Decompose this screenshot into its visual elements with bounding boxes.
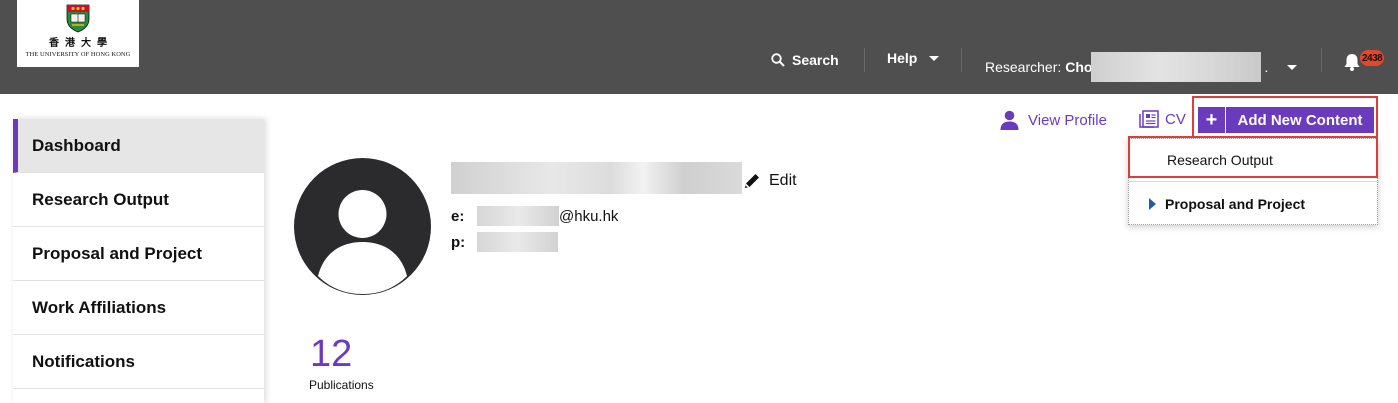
document-icon bbox=[1139, 110, 1159, 128]
pencil-icon bbox=[745, 174, 759, 188]
notification-count-badge: 2438 bbox=[1360, 50, 1385, 66]
sidebar: Dashboard Research Output Proposal and P… bbox=[13, 119, 264, 403]
hku-logo[interactable]: 香港大學 THE UNIVERSITY OF HONG KONG bbox=[17, 0, 139, 67]
email-redacted bbox=[477, 206, 559, 226]
sidebar-item-work-affiliations[interactable]: Work Affiliations bbox=[13, 281, 264, 335]
researcher-prefix: Researcher: bbox=[985, 59, 1062, 75]
caret-right-icon bbox=[1149, 198, 1156, 210]
highlight-box-research-output bbox=[1128, 136, 1378, 178]
profile-name-redacted bbox=[451, 162, 742, 194]
dropdown-item-proposal-label: Proposal and Project bbox=[1165, 196, 1306, 212]
bell-icon[interactable] bbox=[1342, 52, 1362, 72]
university-crest-icon bbox=[66, 4, 90, 33]
person-icon bbox=[1000, 110, 1019, 130]
view-profile-label: View Profile bbox=[1028, 111, 1107, 129]
nav-divider bbox=[1321, 48, 1322, 72]
help-label: Help bbox=[887, 50, 918, 66]
sidebar-item-dashboard[interactable]: Dashboard bbox=[13, 119, 264, 173]
logo-chinese-text: 香港大學 bbox=[49, 38, 113, 49]
publications-label: Publications bbox=[309, 378, 374, 392]
researcher-menu-button[interactable]: Researcher: Cho . bbox=[985, 52, 1298, 82]
sidebar-item-notifications[interactable]: Notifications bbox=[13, 335, 264, 389]
profile-phone-row: p: bbox=[451, 232, 558, 252]
chevron-down-icon bbox=[929, 55, 940, 61]
dropdown-item-proposal-and-project[interactable]: Proposal and Project bbox=[1129, 185, 1377, 223]
top-navigation-bar: 香港大學 THE UNIVERSITY OF HONG KONG Search … bbox=[0, 0, 1398, 94]
logo-english-text: THE UNIVERSITY OF HONG KONG bbox=[25, 51, 131, 58]
researcher-name: Cho bbox=[1065, 59, 1093, 75]
profile-email-row: e: @hku.hk bbox=[451, 206, 618, 226]
email-suffix: @hku.hk bbox=[559, 207, 619, 225]
phone-redacted bbox=[477, 232, 558, 252]
chevron-down-icon bbox=[1287, 64, 1298, 70]
avatar bbox=[294, 158, 431, 295]
edit-label: Edit bbox=[769, 172, 797, 189]
cv-link[interactable]: CV bbox=[1139, 110, 1186, 128]
search-label: Search bbox=[792, 52, 839, 68]
sidebar-item-proposal-and-project[interactable]: Proposal and Project bbox=[13, 227, 264, 281]
search-button[interactable]: Search bbox=[771, 52, 839, 68]
publications-count[interactable]: 12 bbox=[310, 333, 352, 376]
email-label: e: bbox=[451, 207, 465, 225]
cv-label: CV bbox=[1165, 110, 1186, 128]
nav-divider bbox=[864, 48, 865, 72]
dropdown-divider bbox=[1129, 181, 1377, 182]
sidebar-item-research-output[interactable]: Research Output bbox=[13, 173, 264, 227]
view-profile-link[interactable]: View Profile bbox=[1000, 110, 1107, 130]
help-menu-button[interactable]: Help bbox=[887, 50, 940, 66]
edit-profile-button[interactable]: Edit bbox=[743, 172, 797, 190]
nav-divider bbox=[961, 48, 962, 72]
highlight-box-add-button bbox=[1192, 96, 1378, 138]
phone-label: p: bbox=[451, 233, 466, 251]
researcher-name-redacted bbox=[1091, 52, 1262, 82]
researcher-name-tail: . bbox=[1264, 59, 1269, 75]
search-icon bbox=[771, 53, 785, 67]
